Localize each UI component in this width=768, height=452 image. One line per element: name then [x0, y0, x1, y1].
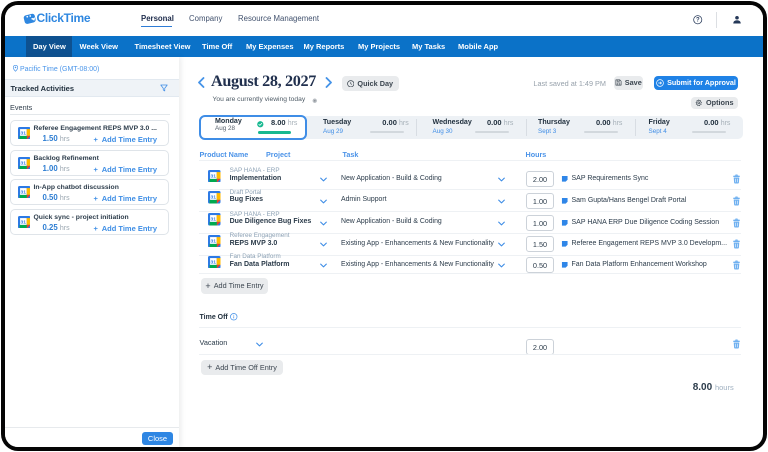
- svg-text:31: 31: [211, 259, 217, 265]
- svg-text:31: 31: [20, 219, 26, 225]
- svg-text:31: 31: [20, 130, 26, 136]
- svg-text:31: 31: [211, 238, 217, 244]
- svg-text:31: 31: [20, 189, 26, 195]
- svg-text:31: 31: [20, 160, 26, 166]
- svg-text:31: 31: [211, 216, 217, 222]
- svg-text:31: 31: [211, 173, 217, 179]
- svg-text:31: 31: [211, 194, 217, 200]
